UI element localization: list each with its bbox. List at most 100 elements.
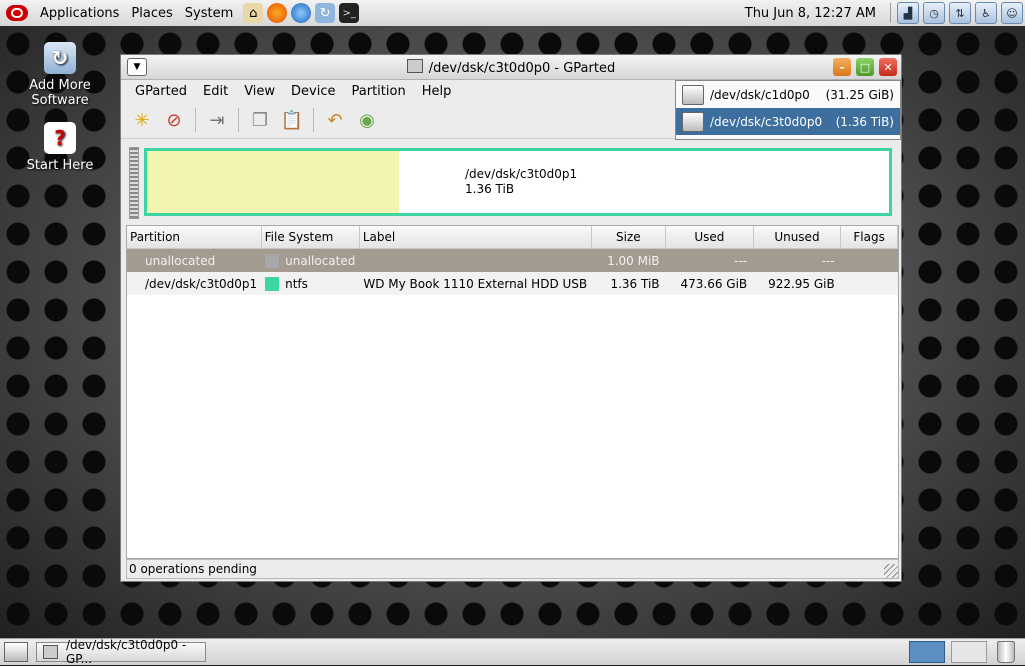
apply-icon[interactable]: ◉ <box>354 107 380 133</box>
col-size[interactable]: Size <box>591 226 667 249</box>
start-here-label: Start Here <box>26 158 94 173</box>
top-panel: Applications Places System ⌂ ↻ >_ Thu Ju… <box>0 0 1025 27</box>
status-bar: 0 operations pending <box>126 559 899 579</box>
workspace-1[interactable] <box>909 641 945 663</box>
firefox-icon[interactable] <box>267 3 288 23</box>
applications-menu[interactable]: Applications <box>34 6 125 21</box>
add-more-software-shortcut[interactable]: ↻ Add More Software <box>10 42 110 108</box>
workspace-2[interactable] <box>951 641 987 663</box>
toolbar-separator <box>313 108 314 132</box>
table-row[interactable]: unallocated unallocated 1.00 MiB --- --- <box>127 248 898 272</box>
user-switcher-icon[interactable]: ☺ <box>1001 2 1023 24</box>
graphic-partition-name: /dev/dsk/c3t0d0p1 <box>465 167 578 181</box>
col-file-system[interactable]: File System <box>261 226 360 249</box>
graphic-partition-size: 1.36 TiB <box>465 182 515 196</box>
cell-label: WD My Book 1110 External HDD USB <box>359 272 592 295</box>
col-partition[interactable]: Partition <box>127 226 262 249</box>
cell-unused: --- <box>753 248 841 272</box>
fs-color-swatch <box>265 253 280 268</box>
operations-pending-text: 0 operations pending <box>129 562 257 576</box>
cell-flags <box>840 248 898 272</box>
col-label[interactable]: Label <box>359 226 592 249</box>
device-name: /dev/dsk/c1d0p0 <box>710 87 810 102</box>
disk-icon <box>682 84 704 105</box>
network-icon[interactable]: ⇅ <box>949 2 971 24</box>
table-row[interactable]: /dev/dsk/c3t0d0p1 ntfs WD My Book 1110 E… <box>127 272 898 295</box>
taskbar-window-button[interactable]: /dev/dsk/c3t0d0p0 - GP... <box>36 638 206 666</box>
menu-partition[interactable]: Partition <box>344 84 414 99</box>
device-name: /dev/dsk/c3t0d0p0 <box>710 114 823 129</box>
delete-partition-icon[interactable]: ⊘ <box>161 107 187 133</box>
partition-graphic-area: /dev/dsk/c3t0d0p1 1.36 TiB <box>129 147 895 219</box>
device-size: (1.36 TiB) <box>835 114 894 129</box>
device-option[interactable]: /dev/dsk/c1d0p0 (31.25 GiB) <box>676 81 900 108</box>
menu-gparted[interactable]: GParted <box>127 84 195 99</box>
system-menu[interactable]: System <box>179 6 239 21</box>
clock[interactable]: Thu Jun 8, 12:27 AM <box>735 6 886 21</box>
update-manager-icon[interactable]: ↻ <box>315 3 336 23</box>
cell-fs: unallocated <box>261 248 360 272</box>
device-selector-dropdown[interactable]: /dev/dsk/c1d0p0 (31.25 GiB) /dev/dsk/c3t… <box>675 80 901 140</box>
undo-icon[interactable]: ↶ <box>322 107 348 133</box>
menu-edit[interactable]: Edit <box>195 84 236 99</box>
bottom-panel: /dev/dsk/c3t0d0p0 - GP... <box>0 638 1025 666</box>
cell-partition: /dev/dsk/c3t0d0p1 <box>127 272 262 295</box>
terminal-icon[interactable]: >_ <box>339 3 360 23</box>
menu-view[interactable]: View <box>236 84 283 99</box>
minimize-button[interactable]: – <box>833 58 851 76</box>
menu-device[interactable]: Device <box>283 84 343 99</box>
cell-fs: ntfs <box>261 272 360 295</box>
add-more-software-label: Add More Software <box>29 78 91 108</box>
paste-icon[interactable]: 📋 <box>279 107 305 133</box>
close-button[interactable]: ✕ <box>879 58 897 76</box>
cell-used: --- <box>665 248 754 272</box>
partition-table: Partition File System Label Size Used Un… <box>126 225 899 559</box>
new-partition-icon[interactable]: ✳ <box>129 107 155 133</box>
col-used[interactable]: Used <box>665 226 754 249</box>
copy-icon[interactable]: ❐ <box>247 107 273 133</box>
help-icon: ? <box>44 122 76 154</box>
gparted-task-icon <box>43 645 58 659</box>
places-menu[interactable]: Places <box>125 6 178 21</box>
toolbar-separator <box>195 108 196 132</box>
panel-separator <box>890 3 891 23</box>
window-titlebar[interactable]: ▼ /dev/dsk/c3t0d0p0 - GParted – □ ✕ <box>121 55 901 80</box>
window-title: /dev/dsk/c3t0d0p0 - GParted <box>121 58 901 76</box>
os-logo-icon[interactable] <box>6 5 28 21</box>
show-desktop-icon[interactable] <box>4 642 28 662</box>
resize-grip[interactable] <box>884 564 898 578</box>
thunderbird-icon[interactable] <box>291 3 312 23</box>
cell-label <box>359 248 592 272</box>
accessibility-icon[interactable]: ♿ <box>975 2 997 24</box>
maximize-button[interactable]: □ <box>856 58 874 76</box>
partition-graphic-label: /dev/dsk/c3t0d0p1 1.36 TiB <box>399 151 577 213</box>
device-option-selected[interactable]: /dev/dsk/c3t0d0p0 (1.36 TiB) <box>676 108 900 135</box>
pane-grip[interactable] <box>129 147 139 219</box>
disk-icon <box>682 111 704 132</box>
system-monitor-icon[interactable]: ▟ <box>897 2 919 24</box>
cell-unused: 922.95 GiB <box>753 272 841 295</box>
cell-used: 473.66 GiB <box>665 272 754 295</box>
home-icon[interactable]: ⌂ <box>243 3 264 23</box>
toolbar-separator <box>238 108 239 132</box>
fs-color-swatch <box>265 276 280 291</box>
start-here-shortcut[interactable]: ? Start Here <box>10 122 110 173</box>
cell-partition: unallocated <box>127 248 262 272</box>
trash-icon[interactable] <box>997 641 1015 663</box>
window-menu-button[interactable]: ▼ <box>127 58 147 76</box>
cell-size: 1.36 TiB <box>591 272 666 295</box>
gparted-app-icon <box>406 58 423 73</box>
partition-graphic[interactable]: /dev/dsk/c3t0d0p1 1.36 TiB <box>144 148 892 216</box>
taskbar-window-label: /dev/dsk/c3t0d0p0 - GP... <box>65 638 187 666</box>
gparted-window: ▼ /dev/dsk/c3t0d0p0 - GParted – □ ✕ GPar… <box>120 54 902 582</box>
used-space-block <box>147 151 399 213</box>
time-slider-icon[interactable]: ◷ <box>923 2 945 24</box>
cell-size: 1.00 MiB <box>591 248 666 272</box>
menu-help[interactable]: Help <box>414 84 460 99</box>
resize-move-icon[interactable]: ⇥ <box>204 107 230 133</box>
device-size: (31.25 GiB) <box>825 87 894 102</box>
table-header-row: Partition File System Label Size Used Un… <box>127 226 898 249</box>
col-flags[interactable]: Flags <box>840 226 898 249</box>
col-unused[interactable]: Unused <box>753 226 842 249</box>
cell-flags <box>840 272 898 295</box>
